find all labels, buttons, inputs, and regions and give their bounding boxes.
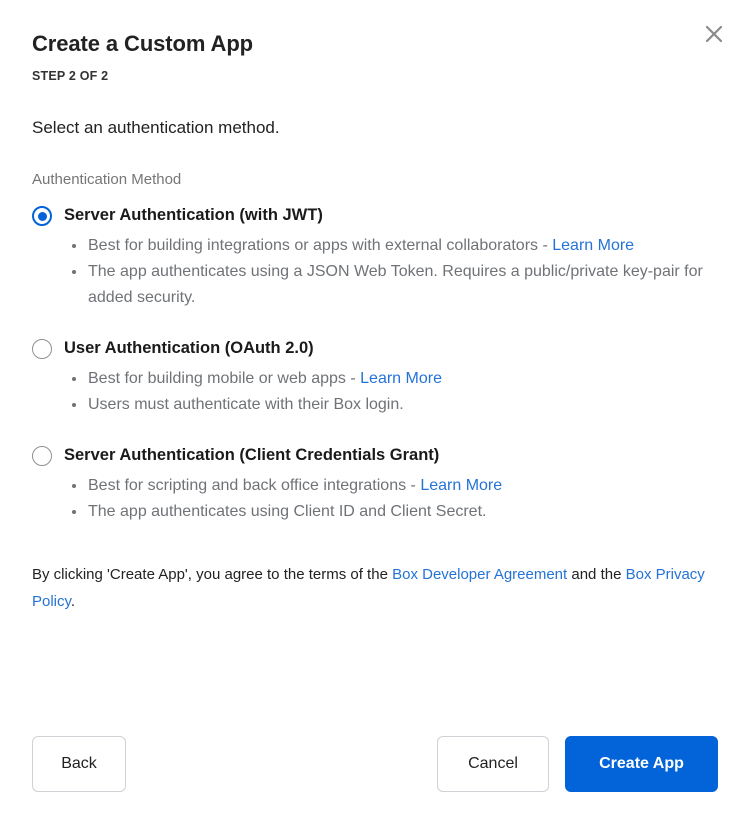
bullet-text: The app authenticates using a JSON Web T… bbox=[88, 263, 703, 306]
auth-option-oauth-title: User Authentication (OAuth 2.0) bbox=[64, 339, 314, 357]
auth-option-oauth-bullets: Best for building mobile or web apps - L… bbox=[32, 366, 718, 418]
auth-method-options: Server Authentication (with JWT) Best fo… bbox=[32, 204, 718, 525]
intro-text: Select an authentication method. bbox=[32, 118, 280, 137]
list-item: Best for scripting and back office integ… bbox=[70, 473, 718, 499]
terms-part-1: By clicking 'Create App', you agree to t… bbox=[32, 566, 393, 583]
auth-option-oauth: User Authentication (OAuth 2.0) Best for… bbox=[32, 337, 718, 418]
auth-option-ccg-title: Server Authentication (Client Credential… bbox=[64, 446, 440, 464]
list-item: The app authenticates using a JSON Web T… bbox=[70, 259, 718, 311]
list-item: Best for building mobile or web apps - L… bbox=[70, 366, 718, 392]
list-item: Best for building integrations or apps w… bbox=[70, 233, 718, 259]
terms-part-2: and the bbox=[567, 566, 626, 583]
bullet-text: Best for building mobile or web apps - bbox=[88, 370, 361, 387]
auth-option-jwt: Server Authentication (with JWT) Best fo… bbox=[32, 204, 718, 311]
create-app-button[interactable]: Create App bbox=[565, 736, 718, 792]
back-button[interactable]: Back bbox=[32, 736, 126, 792]
bullet-text: Users must authenticate with their Box l… bbox=[88, 396, 404, 413]
auth-option-jwt-row[interactable]: Server Authentication (with JWT) bbox=[32, 204, 718, 226]
bullet-text: Best for building integrations or apps w… bbox=[88, 237, 553, 254]
auth-option-ccg-row[interactable]: Server Authentication (Client Credential… bbox=[32, 444, 718, 466]
auth-option-jwt-bullets: Best for building integrations or apps w… bbox=[32, 233, 718, 311]
radio-jwt[interactable] bbox=[32, 206, 52, 226]
bullet-text: Best for scripting and back office integ… bbox=[88, 477, 421, 494]
radio-oauth[interactable] bbox=[32, 339, 52, 359]
auth-option-ccg-bullets: Best for scripting and back office integ… bbox=[32, 473, 718, 525]
bullet-text: The app authenticates using Client ID an… bbox=[88, 503, 487, 520]
terms-part-3: . bbox=[70, 593, 76, 610]
auth-method-label: Authentication Method bbox=[32, 171, 182, 188]
list-item: The app authenticates using Client ID an… bbox=[70, 499, 718, 525]
close-icon[interactable] bbox=[698, 18, 730, 50]
learn-more-link[interactable]: Learn More bbox=[360, 370, 442, 387]
step-indicator: STEP 2 OF 2 bbox=[32, 69, 109, 83]
learn-more-link[interactable]: Learn More bbox=[420, 477, 502, 494]
auth-option-jwt-title: Server Authentication (with JWT) bbox=[64, 206, 323, 224]
cancel-button[interactable]: Cancel bbox=[437, 736, 549, 792]
box-developer-agreement-link[interactable]: Box Developer Agreement bbox=[392, 566, 567, 583]
radio-ccg[interactable] bbox=[32, 446, 52, 466]
auth-option-oauth-row[interactable]: User Authentication (OAuth 2.0) bbox=[32, 337, 718, 359]
terms-text: By clicking 'Create App', you agree to t… bbox=[32, 561, 718, 615]
page-title: Create a Custom App bbox=[32, 31, 253, 56]
list-item: Users must authenticate with their Box l… bbox=[70, 392, 718, 418]
create-custom-app-dialog: Create a Custom App STEP 2 OF 2 Select a… bbox=[0, 0, 750, 816]
auth-option-ccg: Server Authentication (Client Credential… bbox=[32, 444, 718, 525]
learn-more-link[interactable]: Learn More bbox=[552, 237, 634, 254]
dialog-footer: Back Cancel Create App bbox=[32, 736, 718, 792]
